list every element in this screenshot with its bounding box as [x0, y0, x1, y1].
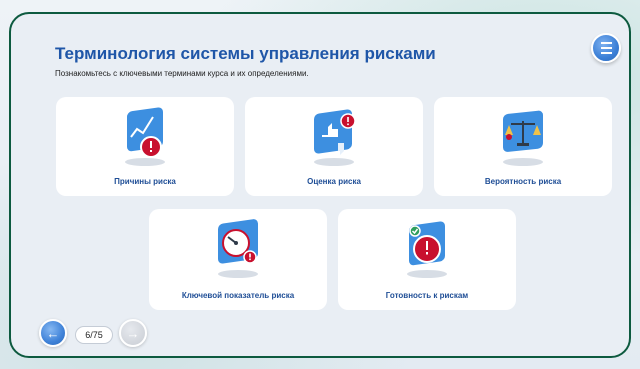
page-title: Терминология системы управления рисками — [55, 44, 436, 63]
balance-scale-icon — [503, 110, 543, 166]
arrow-right-icon: → — [126, 325, 140, 341]
next-button[interactable]: → — [119, 319, 147, 347]
thumbs-rating-icon — [314, 109, 356, 166]
hamburger-menu-icon — [600, 41, 612, 56]
card-label: Готовность к рискам — [385, 291, 469, 300]
chart-warning-icon — [125, 107, 165, 166]
card-risk-assessment[interactable]: Оценка риска — [245, 97, 423, 196]
card-label: Причины риска — [114, 177, 176, 186]
card-risk-readiness[interactable]: Готовность к рискам — [338, 209, 516, 310]
previous-button[interactable]: ← — [39, 319, 67, 347]
page-subtitle: Познакомьтесь с ключевыми терминами курс… — [55, 69, 309, 78]
arrow-left-icon: ← — [46, 325, 60, 341]
menu-button[interactable] — [591, 33, 621, 63]
gauge-icon — [218, 219, 258, 278]
card-label: Ключевой показатель риска — [181, 291, 295, 300]
card-risk-probability[interactable]: Вероятность риска — [434, 97, 612, 196]
card-label: Оценка риска — [307, 177, 361, 186]
card-label: Вероятность риска — [484, 177, 562, 186]
shield-check-icon — [407, 221, 447, 278]
card-key-risk-indicator[interactable]: Ключевой показатель риска — [149, 209, 327, 310]
card-risk-causes[interactable]: Причины риска — [56, 97, 234, 196]
page-counter: 6/75 — [75, 326, 113, 344]
